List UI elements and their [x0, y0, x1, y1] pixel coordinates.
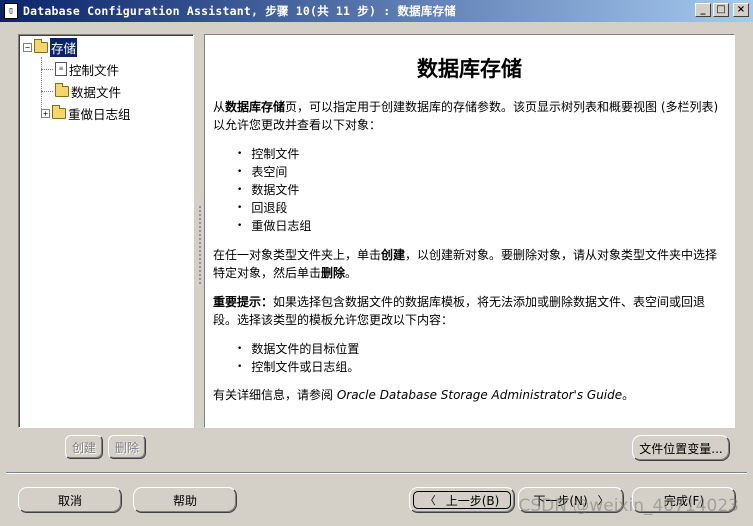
maximize-button[interactable]: □	[713, 3, 729, 17]
tree-item-label: 数据文件	[71, 84, 122, 100]
more-info-paragraph: 有关详细信息，请参阅 Oracle Database Storage Admin…	[213, 388, 635, 402]
tree-item-label: 控制文件	[69, 62, 120, 78]
next-button-label: 下一步(N)	[533, 493, 588, 508]
folder-icon	[52, 104, 66, 119]
list-item: 控制文件或日志组。	[237, 358, 359, 376]
create-delete-paragraph: 在任一对象类型文件夹上，单击创建，以创建新对象。要删除对象，请从对象类型文件夹中…	[213, 248, 718, 280]
list-item: 数据文件的目标位置	[237, 340, 359, 358]
list-item: 重做日志组	[237, 217, 311, 235]
list-item: 回退段	[237, 199, 311, 217]
back-button-label: 上一步(B)	[445, 493, 500, 508]
control-file-icon: ≡	[55, 62, 67, 76]
important-paragraph: 重要提示：如果选择包含数据文件的数据库模板，将无法添加或删除数据文件、表空间或回…	[213, 295, 706, 327]
storage-tree[interactable]: − 存储 ≡ 控制文件 数据文件 + 重做日志组	[18, 34, 194, 428]
help-button[interactable]: 帮助	[133, 487, 237, 513]
list-item: 表空间	[237, 163, 311, 181]
expand-icon[interactable]: +	[41, 108, 50, 118]
title-bar: ▯ Database Configuration Assistant, 步骤 1…	[0, 0, 753, 22]
collapse-icon[interactable]: −	[23, 42, 32, 52]
tree-item-data-files[interactable]: 数据文件	[55, 82, 121, 100]
tree-item-label: 重做日志组	[68, 106, 131, 122]
chevron-left-icon: 〈	[424, 494, 436, 507]
list-item: 控制文件	[237, 145, 311, 163]
window-controls: _ □ ×	[695, 3, 749, 17]
window-title: Database Configuration Assistant, 步骤 10(…	[23, 4, 456, 18]
tree-item-redo-log-groups[interactable]: + 重做日志组	[41, 104, 131, 122]
tree-item-storage[interactable]: − 存储	[23, 37, 78, 57]
create-button[interactable]: 创建	[65, 435, 103, 459]
page-title: 数据库存储	[417, 57, 522, 81]
list-item: 数据文件	[237, 181, 311, 199]
splitter-handle[interactable]	[198, 205, 202, 285]
app-icon: ▯	[4, 3, 18, 19]
object-list: 控制文件 表空间 数据文件 回退段 重做日志组	[237, 145, 311, 235]
chevron-right-icon: 〉	[597, 494, 609, 507]
tree-item-label: 存储	[50, 37, 78, 57]
folder-icon	[55, 82, 69, 97]
finish-button[interactable]: 完成(F)	[632, 487, 736, 513]
intro-paragraph: 从数据库存储页，可以指定用于创建数据库的存储参数。该页显示树列表和概要视图 (多…	[213, 100, 719, 132]
separator	[6, 472, 747, 474]
cancel-button[interactable]: 取消	[18, 487, 122, 513]
allowed-list: 数据文件的目标位置 控制文件或日志组。	[237, 340, 359, 376]
back-button[interactable]: 〈 上一步(B)	[409, 487, 515, 513]
minimize-button[interactable]: _	[695, 3, 711, 17]
close-button[interactable]: ×	[733, 3, 749, 17]
tree-item-control-files[interactable]: ≡ 控制文件	[55, 60, 119, 78]
delete-button[interactable]: 删除	[108, 435, 146, 459]
next-button[interactable]: 下一步(N) 〉	[518, 487, 624, 513]
file-location-variables-button[interactable]: 文件位置变量...	[632, 435, 730, 461]
folder-open-icon	[34, 38, 48, 53]
help-content-panel: 数据库存储 从数据库存储页，可以指定用于创建数据库的存储参数。该页显示树列表和概…	[204, 34, 735, 428]
